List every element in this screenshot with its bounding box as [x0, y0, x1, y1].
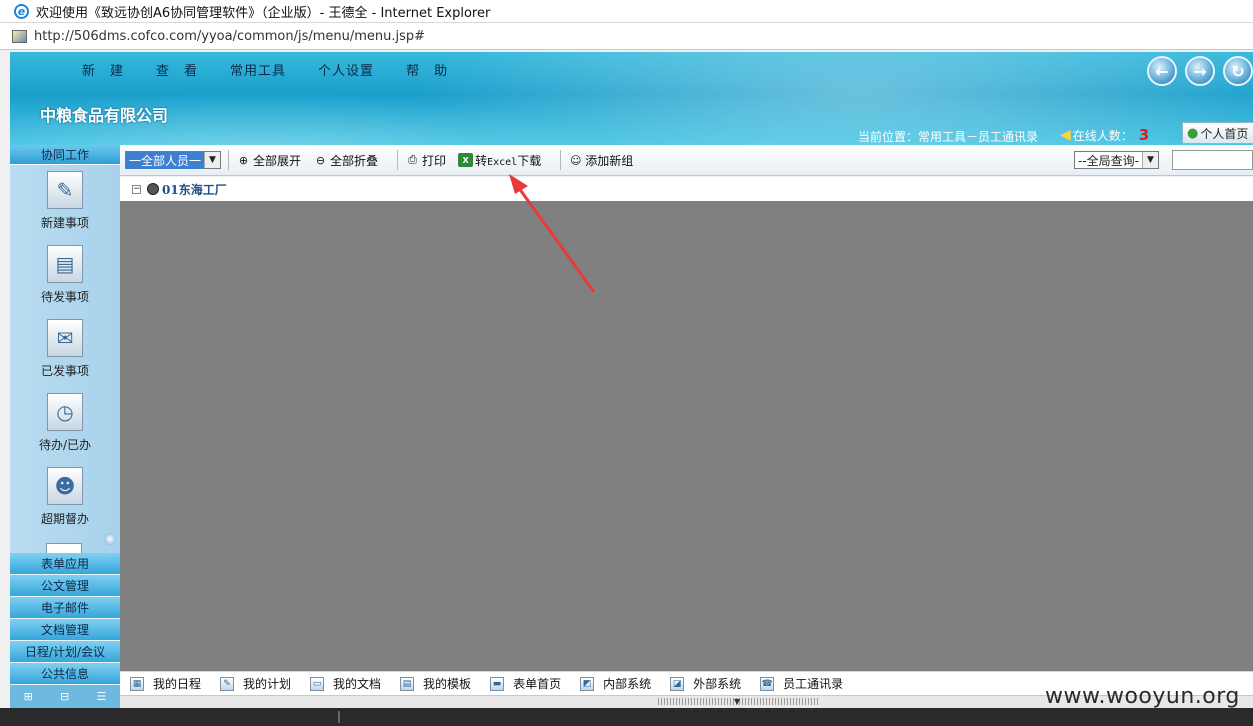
chevron-down-icon: ▼ — [1142, 152, 1158, 168]
calendar-icon: ▦ — [130, 676, 144, 691]
address-bar[interactable]: http://506dms.cofco.com/yyoa/common/js/m… — [0, 22, 1253, 50]
nav-buttons: ← → ↻ — [1139, 56, 1253, 86]
collapse-icon[interactable]: ⊟ — [60, 690, 69, 703]
search-input[interactable] — [1172, 150, 1253, 170]
expand-all-button[interactable]: ⊕ 全部展开 — [236, 152, 301, 169]
internal-system-icon: ◩ — [580, 676, 595, 691]
shortcut-form-home[interactable]: ▬ 表单首页 — [490, 675, 561, 692]
shortcut-my-templates[interactable]: ▤ 我的模板 — [400, 675, 471, 692]
overdue-icon: ☻ — [47, 467, 83, 505]
sidebar-group-official-docs[interactable]: 公文管理 — [10, 575, 120, 597]
magnifier-minus-icon: ⊖ — [315, 153, 326, 167]
shortcut-internal-system[interactable]: ◩ 内部系统 — [580, 675, 651, 692]
pending-send-icon: ▤ — [47, 245, 83, 283]
online-users: ◀ 在线人数： 3 — [1060, 126, 1149, 144]
internet-explorer-icon: e — [14, 3, 29, 19]
personal-home-button[interactable]: ● 个人首页 — [1182, 122, 1253, 144]
group-users-icon: ☺ — [569, 153, 582, 167]
form-home-icon: ▬ — [490, 676, 505, 691]
back-arrow-icon[interactable]: ← — [1147, 56, 1177, 86]
sidebar-item-todo[interactable]: ◷ 待办/已办 — [10, 391, 120, 465]
shortcut-external-system[interactable]: ◪ 外部系统 — [670, 675, 741, 692]
tree-root-node[interactable]: 01东海工厂 — [162, 181, 227, 198]
menu-view[interactable]: 查 看 — [156, 60, 198, 79]
person-select[interactable]: 一全部人员一 ▼ — [125, 151, 222, 169]
expand-icon[interactable]: ⊞ — [24, 690, 33, 703]
sidebar-item-new[interactable]: ✎ 新建事项 — [10, 169, 120, 243]
plan-icon: ✎ — [220, 676, 235, 691]
sidebar-item-label: 超期督办 — [40, 512, 89, 526]
watermark: www.wooyun.org — [1045, 684, 1240, 709]
tree-collapse-icon[interactable]: − — [132, 184, 141, 194]
add-group-button[interactable]: ☺ 添加新组 — [568, 152, 633, 169]
top-menu: 新 建 查 看 常用工具 个人设置 帮 助 — [82, 60, 480, 79]
sidebar-group-schedule[interactable]: 日程/计划/会议 — [10, 641, 120, 663]
org-node-icon — [147, 183, 159, 195]
speaker-icon: ◀ — [1060, 127, 1071, 143]
shortcut-my-plan[interactable]: ✎ 我的计划 — [220, 675, 291, 692]
sent-item-icon: ✉ — [47, 319, 83, 357]
personal-home-label: 个人首页 — [1200, 126, 1249, 141]
app-header: 新 建 查 看 常用工具 个人设置 帮 助 中粮食品有限公司 ← → ↻ 当前位… — [10, 52, 1253, 145]
toolbar-divider — [228, 150, 230, 170]
page-icon — [12, 29, 27, 43]
shortcut-my-calendar[interactable]: ▦ 我的日程 — [130, 675, 201, 692]
sidebar-item-label: 待办/已办 — [38, 438, 92, 452]
list-icon[interactable]: ☰ — [96, 690, 106, 703]
sidebar-item-label: 已发事项 — [40, 364, 89, 378]
excel-icon: X — [458, 153, 474, 167]
sidebar-groups: 表单应用 公文管理 电子邮件 文档管理 日程/计划/会议 公共信息 — [10, 553, 120, 685]
sidebar-item-overdue[interactable]: ☻ 超期督办 — [10, 465, 120, 539]
external-system-icon: ◪ — [670, 676, 685, 691]
sidebar: 协同工作 ✎ 新建事项 ▤ 待发事项 ✉ 已发事项 ◷ 待办/已办 ☻ 超期督办… — [10, 145, 120, 708]
template-icon: ▤ — [400, 676, 415, 691]
chevron-down-icon: ▼ — [204, 152, 221, 168]
status-bar — [0, 708, 1253, 726]
org-tree: − 01东海工厂 — [120, 177, 1253, 201]
sidebar-group-email[interactable]: 电子邮件 — [10, 597, 120, 619]
person-icon: ● — [1187, 125, 1199, 141]
export-excel-button[interactable]: X 转Excel下载 — [458, 152, 541, 169]
online-count: 3 — [1138, 126, 1150, 144]
sidebar-bottom-controls: ⊞ ⊟ ☰ — [10, 685, 120, 708]
sidebar-item-pending-send[interactable]: ▤ 待发事项 — [10, 243, 120, 317]
document-icon: ▭ — [310, 676, 325, 691]
sidebar-partial-icon — [46, 543, 82, 553]
shortcut-contacts[interactable]: ☎ 员工通讯录 — [760, 675, 843, 692]
menu-help[interactable]: 帮 助 — [406, 60, 448, 79]
menu-personal-settings[interactable]: 个人设置 — [318, 60, 374, 79]
toolbar-divider — [560, 150, 562, 170]
refresh-icon[interactable]: ↻ — [1223, 56, 1253, 86]
forward-arrow-icon[interactable]: → — [1185, 56, 1215, 86]
printer-icon: ⎙ — [408, 153, 417, 166]
toolbar-divider — [397, 150, 399, 170]
sidebar-item-sent[interactable]: ✉ 已发事项 — [10, 317, 120, 391]
todo-done-icon: ◷ — [47, 393, 83, 431]
toolbar: 一全部人员一 ▼ ⊕ 全部展开 ⊖ 全部折叠 ⎙ 打印 X 转Excel下载 ☺… — [120, 145, 1253, 176]
current-location: 当前位置：常用工具－员工通讯录 — [858, 130, 1039, 144]
shortcut-my-documents[interactable]: ▭ 我的文档 — [310, 675, 381, 692]
sidebar-group-forms[interactable]: 表单应用 — [10, 553, 120, 575]
sidebar-group-documents[interactable]: 文档管理 — [10, 619, 120, 641]
menu-new[interactable]: 新 建 — [82, 60, 124, 79]
sidebar-head[interactable]: 协同工作 — [10, 145, 120, 165]
new-item-icon: ✎ — [47, 171, 83, 209]
window-title-bar: e 欢迎使用《致远协创A6协同管理软件》（企业版）- 王德全 - Interne… — [0, 0, 1253, 22]
print-button[interactable]: ⎙ 打印 — [405, 152, 446, 169]
magnifier-plus-icon: ⊕ — [238, 153, 249, 167]
contacts-icon: ☎ — [760, 676, 775, 691]
main-content-area — [120, 201, 1253, 671]
company-name: 中粮食品有限公司 — [40, 106, 169, 125]
splitter-down-arrow-icon[interactable]: ▼ — [734, 697, 740, 706]
online-label: 在线人数： — [1072, 128, 1133, 143]
address-url[interactable]: http://506dms.cofco.com/yyoa/common/js/m… — [34, 29, 425, 44]
sidebar-group-public-info[interactable]: 公共信息 — [10, 663, 120, 685]
collapse-all-button[interactable]: ⊖ 全部折叠 — [313, 152, 378, 169]
menu-tools[interactable]: 常用工具 — [230, 60, 286, 79]
sidebar-scroll-down-icon[interactable] — [104, 533, 116, 545]
sidebar-item-label: 待发事项 — [40, 290, 89, 304]
sidebar-item-label: 新建事项 — [40, 216, 89, 230]
window-title: 欢迎使用《致远协创A6协同管理软件》（企业版）- 王德全 - Internet … — [36, 5, 491, 21]
global-query-select[interactable]: --全局查询- ▼ — [1074, 151, 1159, 169]
